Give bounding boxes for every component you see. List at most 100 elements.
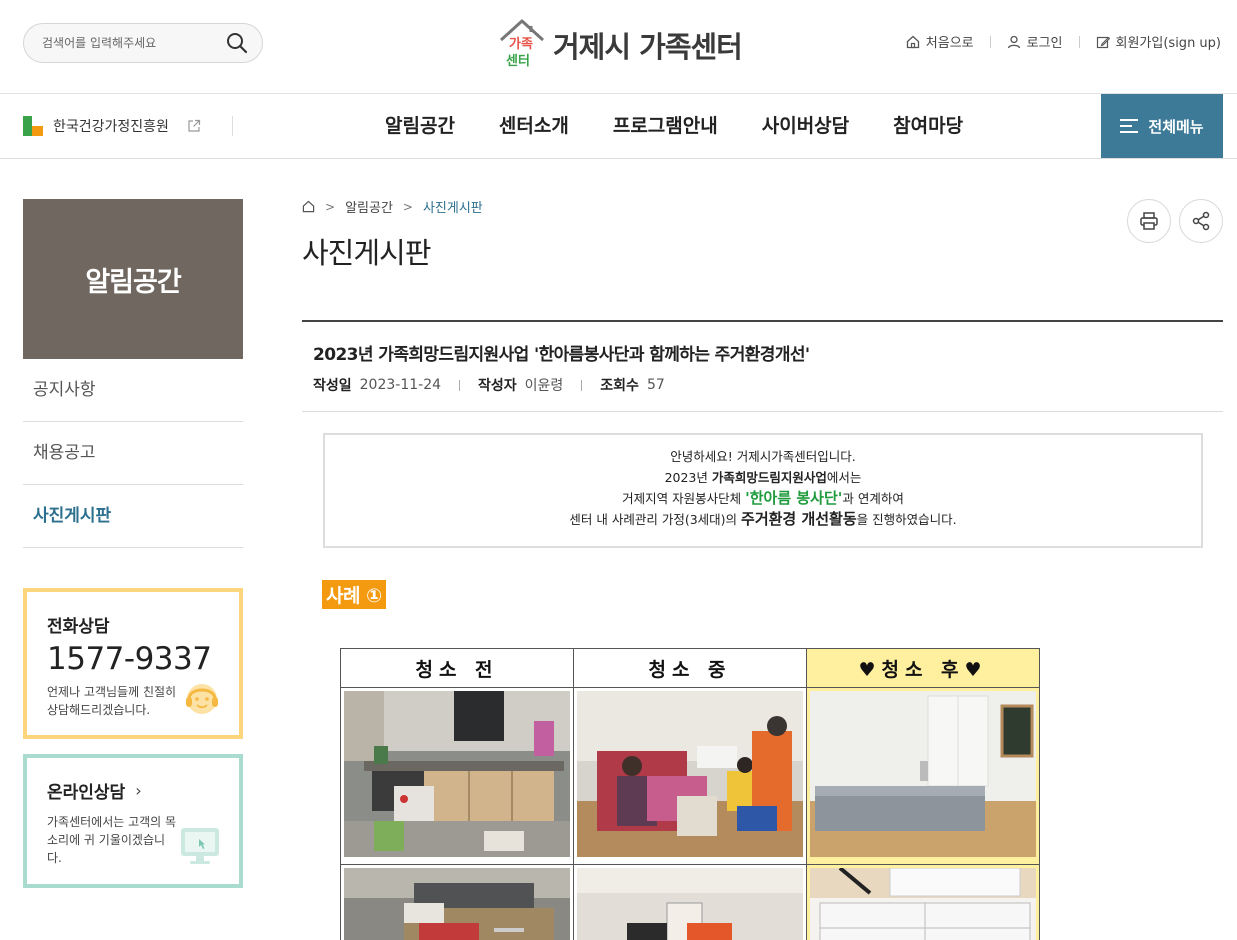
util-divider <box>1078 35 1080 48</box>
menu-item-programs[interactable]: 프로그램안내 <box>591 94 740 159</box>
logo-mark-top: 가족 <box>509 37 533 52</box>
login-link-label: 로그인 <box>1026 36 1063 51</box>
print-button[interactable] <box>1127 199 1171 243</box>
gnb-divider <box>232 116 233 136</box>
all-menu-button[interactable]: 전체메뉴 <box>1101 94 1223 158</box>
menu-item-cyber-counsel[interactable]: 사이버상담 <box>740 94 871 159</box>
photo-during-cleaning[interactable] <box>577 691 803 857</box>
breadcrumb-current: 사진게시판 <box>422 201 483 216</box>
photo-cell <box>573 864 807 940</box>
post-views-label: 조회수 <box>600 378 639 394</box>
post-author: 이윤령 <box>524 378 564 394</box>
header-during: 청소 중 <box>573 648 807 688</box>
site-logo[interactable]: 가족 센터 거제시 가족센터 <box>498 18 758 70</box>
photo-after-bedroom[interactable] <box>810 691 1036 857</box>
photo-cell <box>340 864 574 940</box>
util-divider <box>989 35 991 48</box>
main-menu: 알림공간 센터소개 프로그램안내 사이버상담 참여마당 <box>363 94 985 159</box>
intro-line-2: 2023년 가족희망드림지원사업에서는 <box>664 470 862 485</box>
external-link-icon <box>188 119 201 132</box>
post-meta: 작성일 2023-11-24 작성자 이윤령 조회수 57 <box>313 375 665 395</box>
photo-cell <box>340 687 574 865</box>
logo-house-icon: 가족 센터 <box>499 19 545 69</box>
post-author-label: 작성자 <box>478 378 517 394</box>
online-counsel-title-label: 온라인상담 <box>47 783 126 803</box>
utility-nav: 처음으로 로그인 회원가입(sign up) <box>906 32 1221 51</box>
photo-cell <box>806 864 1040 940</box>
all-menu-label: 전체메뉴 <box>1148 117 1204 136</box>
menu-item-participation[interactable]: 참여마당 <box>871 94 985 159</box>
headset-icon <box>186 684 218 714</box>
intro-line-3: 거제지역 자원봉사단체 '한아름 봉사단'과 연계하여 <box>622 489 904 507</box>
breadcrumb-separator: > <box>325 199 336 214</box>
intro-activity: 주거환경 개선활동 <box>741 510 857 528</box>
print-icon <box>1140 212 1158 230</box>
signup-link-label: 회원가입(sign up) <box>1115 36 1221 51</box>
global-nav: 한국건강가정진흥원 알림공간 센터소개 프로그램안내 사이버상담 참여마당 전체… <box>0 94 1237 159</box>
post-header-divider <box>302 411 1223 412</box>
photo-comparison-table: 청소 전 청소 중 ♥청소 후♥ <box>340 648 1040 940</box>
monitor-icon <box>181 828 219 864</box>
online-counsel-box[interactable]: 온라인상담 › 가족센터에서는 고객의 목소리에 귀 기울이겠습니다. <box>23 754 243 888</box>
home-link[interactable]: 처음으로 <box>906 32 974 51</box>
sidebar-item-notices[interactable]: 공지사항 <box>23 359 243 422</box>
photo-cell <box>573 687 807 865</box>
header-before: 청소 전 <box>340 648 574 688</box>
edit-icon <box>1096 36 1110 48</box>
search-icon[interactable] <box>226 32 248 54</box>
home-link-label: 처음으로 <box>925 36 974 51</box>
search-box <box>23 23 263 63</box>
hamburger-icon <box>1120 119 1139 133</box>
breadcrumb-separator: > <box>402 199 413 214</box>
kihf-logo-icon <box>23 116 43 136</box>
search-input[interactable] <box>42 33 212 53</box>
home-icon[interactable] <box>302 200 315 213</box>
sidebar-menu: 공지사항 채용공고 사진게시판 <box>23 359 243 548</box>
home-icon <box>906 35 919 48</box>
header-after: ♥청소 후♥ <box>806 648 1040 688</box>
board-top-divider <box>302 320 1223 322</box>
kihf-link[interactable]: 한국건강가정진흥원 <box>23 116 201 136</box>
share-button[interactable] <box>1179 199 1223 243</box>
online-counsel-title: 온라인상담 › <box>47 778 219 803</box>
intro-volunteer-group: '한아름 봉사단' <box>745 489 843 507</box>
menu-item-notice[interactable]: 알림공간 <box>363 94 477 159</box>
sidebar-item-photo-board[interactable]: 사진게시판 <box>23 485 243 548</box>
chevron-right-icon: › <box>135 781 142 800</box>
photo-before-kitchen-2[interactable] <box>344 868 570 940</box>
post-date-label: 작성일 <box>313 378 352 394</box>
intro-line-1: 안녕하세요! 거제시가족센터입니다. <box>670 449 856 464</box>
meta-divider <box>459 379 461 391</box>
phone-counsel-desc: 언제나 고객님들께 친절히 상담해드리겠습니다. <box>47 685 177 717</box>
breadcrumb: > 알림공간 > 사진게시판 <box>302 197 483 216</box>
page-title: 사진게시판 <box>302 236 431 270</box>
login-link[interactable]: 로그인 <box>1007 32 1063 51</box>
case-label: 사례 ① <box>322 580 386 609</box>
online-counsel-desc: 가족센터에서는 고객의 목소리에 귀 기울이겠습니다. <box>47 815 177 865</box>
meta-divider <box>581 379 583 391</box>
photo-cell <box>806 687 1040 865</box>
photo-before-kitchen[interactable] <box>344 691 570 857</box>
intro-program-name: 가족희망드림지원사업 <box>711 470 827 485</box>
site-header: 가족 센터 거제시 가족센터 처음으로 로그인 회원가입(sign up) <box>0 0 1237 94</box>
photo-after-drawers[interactable] <box>810 866 1036 940</box>
breadcrumb-item[interactable]: 알림공간 <box>345 197 393 216</box>
kihf-label: 한국건강가정진흥원 <box>53 119 169 135</box>
phone-counsel-number[interactable]: 1577-9337 <box>47 641 219 677</box>
photo-during-cleaning-2[interactable] <box>577 868 803 940</box>
post-views: 57 <box>646 377 665 393</box>
sidebar-title: 알림공간 <box>23 199 243 359</box>
logo-mark-bottom: 센터 <box>506 53 530 69</box>
menu-item-center-intro[interactable]: 센터소개 <box>477 94 591 159</box>
sidebar-item-jobs[interactable]: 채용공고 <box>23 422 243 485</box>
share-icon <box>1192 211 1210 231</box>
phone-counsel-box: 전화상담 1577-9337 언제나 고객님들께 친절히 상담해드리겠습니다. <box>23 588 243 739</box>
post-title: 2023년 가족희망드림지원사업 '한아름봉사단과 함께하는 주거환경개선' <box>313 345 810 365</box>
intro-line-4: 센터 내 사례관리 가정(3세대)의 주거환경 개선활동을 진행하였습니다. <box>569 510 957 528</box>
intro-box: 안녕하세요! 거제시가족센터입니다. 2023년 가족희망드림지원사업에서는 거… <box>323 433 1203 548</box>
phone-counsel-title: 전화상담 <box>47 617 110 637</box>
post-date: 2023-11-24 <box>359 377 442 393</box>
signup-link[interactable]: 회원가입(sign up) <box>1096 32 1221 51</box>
user-icon <box>1007 35 1020 48</box>
logo-title: 거제시 가족센터 <box>553 30 743 64</box>
